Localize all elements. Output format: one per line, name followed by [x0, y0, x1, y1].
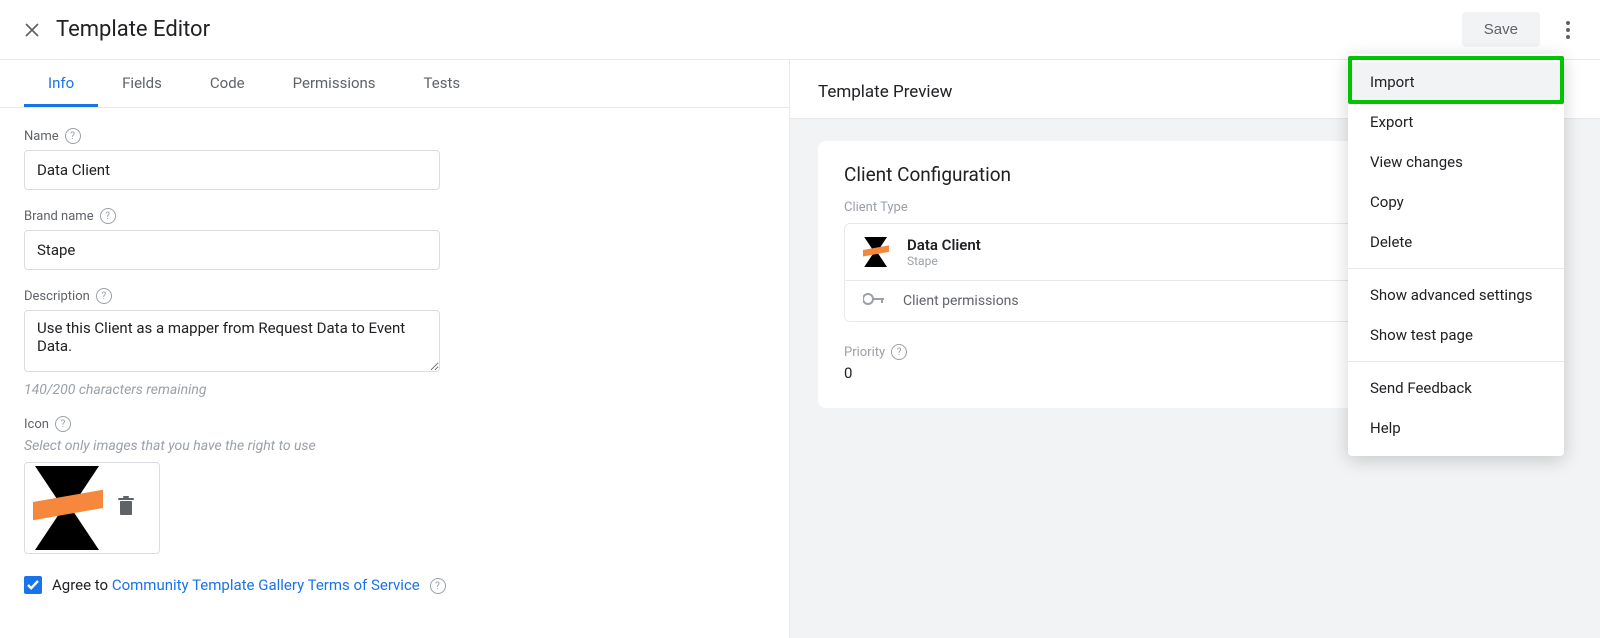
menu-import[interactable]: Import — [1348, 62, 1564, 102]
icon-preview[interactable] — [24, 462, 160, 554]
delete-icon-button[interactable] — [117, 496, 135, 520]
name-label: Name — [24, 129, 59, 144]
menu-feedback[interactable]: Send Feedback — [1348, 368, 1564, 408]
brand-logo-icon — [33, 466, 103, 550]
save-button[interactable]: Save — [1462, 12, 1540, 47]
tab-info[interactable]: Info — [24, 60, 98, 107]
trash-icon — [117, 496, 135, 516]
help-icon[interactable]: ? — [65, 128, 81, 144]
page-title: Template Editor — [56, 17, 210, 42]
description-input[interactable] — [24, 310, 440, 372]
tabs: Info Fields Code Permissions Tests — [0, 60, 789, 108]
description-hint: 140/200 characters remaining — [24, 382, 765, 398]
help-icon[interactable]: ? — [96, 288, 112, 304]
menu-divider — [1348, 361, 1564, 362]
menu-test-page[interactable]: Show test page — [1348, 315, 1564, 355]
help-icon[interactable]: ? — [100, 208, 116, 224]
check-icon — [27, 580, 39, 590]
help-icon[interactable]: ? — [891, 344, 907, 360]
tos-text: Agree to — [52, 576, 112, 594]
brand-input[interactable] — [24, 230, 440, 270]
client-brand: Stape — [907, 254, 981, 268]
key-icon — [863, 293, 885, 305]
help-icon[interactable]: ? — [430, 578, 446, 594]
help-icon[interactable]: ? — [55, 416, 71, 432]
client-name: Data Client — [907, 236, 981, 254]
tab-tests[interactable]: Tests — [400, 60, 485, 107]
more-menu-button[interactable] — [1548, 10, 1588, 50]
tos-checkbox[interactable] — [24, 576, 42, 594]
close-icon — [23, 21, 41, 39]
tab-fields[interactable]: Fields — [98, 60, 186, 107]
menu-help[interactable]: Help — [1348, 408, 1564, 448]
brand-label: Brand name — [24, 209, 94, 224]
icon-hint: Select only images that you have the rig… — [24, 438, 765, 454]
description-label: Description — [24, 289, 90, 304]
menu-divider — [1348, 268, 1564, 269]
menu-advanced[interactable]: Show advanced settings — [1348, 275, 1564, 315]
menu-export[interactable]: Export — [1348, 102, 1564, 142]
menu-copy[interactable]: Copy — [1348, 182, 1564, 222]
priority-label: Priority — [844, 345, 885, 360]
tos-link[interactable]: Community Template Gallery Terms of Serv… — [112, 576, 420, 594]
more-menu: Import Export View changes Copy Delete S… — [1348, 54, 1564, 456]
brand-logo-icon — [863, 237, 889, 267]
tab-code[interactable]: Code — [186, 60, 269, 107]
topbar: Template Editor Save — [0, 0, 1600, 60]
close-button[interactable] — [12, 10, 52, 50]
tab-permissions[interactable]: Permissions — [269, 60, 400, 107]
kebab-icon — [1566, 21, 1570, 39]
menu-delete[interactable]: Delete — [1348, 222, 1564, 262]
menu-view-changes[interactable]: View changes — [1348, 142, 1564, 182]
icon-label: Icon — [24, 417, 49, 432]
name-input[interactable] — [24, 150, 440, 190]
client-permissions-label: Client permissions — [903, 293, 1019, 309]
